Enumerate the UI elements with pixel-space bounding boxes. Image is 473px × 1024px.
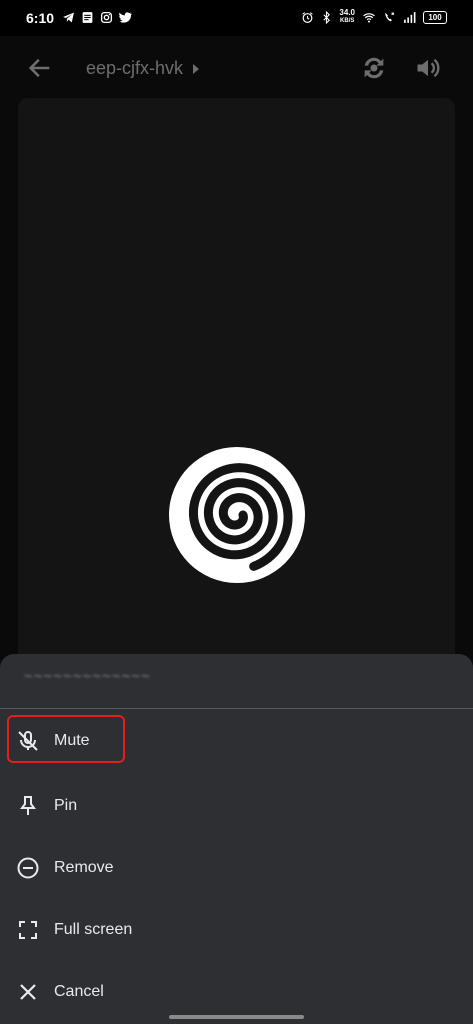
spiral-avatar-icon bbox=[169, 447, 305, 583]
twitter-icon bbox=[119, 12, 132, 23]
menu-item-cancel[interactable]: Cancel bbox=[0, 966, 473, 1018]
menu-item-full-screen[interactable]: Full screen bbox=[0, 904, 473, 956]
telegram-icon bbox=[63, 12, 74, 23]
system-status-icons: 34.0 KB/S 100 bbox=[301, 9, 447, 25]
pin-icon bbox=[20, 796, 36, 815]
network-speed-unit: KB/S bbox=[340, 18, 355, 24]
alarm-icon bbox=[302, 11, 314, 23]
network-speed-value: 34.0 bbox=[339, 8, 355, 17]
meeting-code: eep-cjfx-hvk bbox=[86, 58, 184, 78]
mute-highlight-annotation bbox=[7, 715, 125, 763]
switch-camera-icon[interactable] bbox=[360, 54, 388, 82]
home-indicator[interactable] bbox=[169, 1015, 304, 1019]
menu-label-cancel: Cancel bbox=[54, 983, 104, 1000]
status-bar: 6:10 34.0 KB/S 100 bbox=[0, 0, 473, 36]
menu-label-full-screen: Full screen bbox=[54, 921, 133, 938]
network-speed: 34.0 KB/S bbox=[339, 9, 355, 25]
participant-video-tile[interactable] bbox=[18, 98, 455, 698]
wifi-icon bbox=[363, 12, 375, 23]
sheet-divider bbox=[0, 708, 473, 709]
remove-circle-icon bbox=[17, 857, 39, 879]
meeting-top-bar: eep-cjfx-hvk bbox=[0, 42, 473, 94]
participant-name-redacted: ~~~~~~~~~~~~~ bbox=[24, 668, 151, 685]
meeting-code-button[interactable]: eep-cjfx-hvk bbox=[86, 58, 200, 79]
document-icon bbox=[82, 12, 93, 23]
menu-item-remove[interactable]: Remove bbox=[0, 842, 473, 894]
signal-icon bbox=[404, 11, 416, 23]
battery-icon: 100 bbox=[423, 10, 447, 24]
participant-options-sheet: ~~~~~~~~~~~~~ Mute Pin Remove Full scree… bbox=[0, 654, 473, 1024]
caret-right-icon bbox=[193, 63, 200, 74]
notification-icons bbox=[62, 11, 132, 24]
status-time: 6:10 bbox=[26, 10, 55, 26]
menu-label-pin: Pin bbox=[54, 797, 78, 814]
close-icon bbox=[20, 984, 36, 1000]
instagram-icon bbox=[100, 11, 113, 24]
speaker-icon[interactable] bbox=[414, 54, 442, 82]
menu-label-remove: Remove bbox=[54, 859, 114, 876]
fullscreen-icon bbox=[19, 921, 37, 939]
back-arrow-icon[interactable] bbox=[26, 54, 54, 82]
bluetooth-icon bbox=[323, 10, 331, 24]
menu-item-pin[interactable]: Pin bbox=[0, 780, 473, 832]
volte-icon bbox=[385, 11, 395, 21]
